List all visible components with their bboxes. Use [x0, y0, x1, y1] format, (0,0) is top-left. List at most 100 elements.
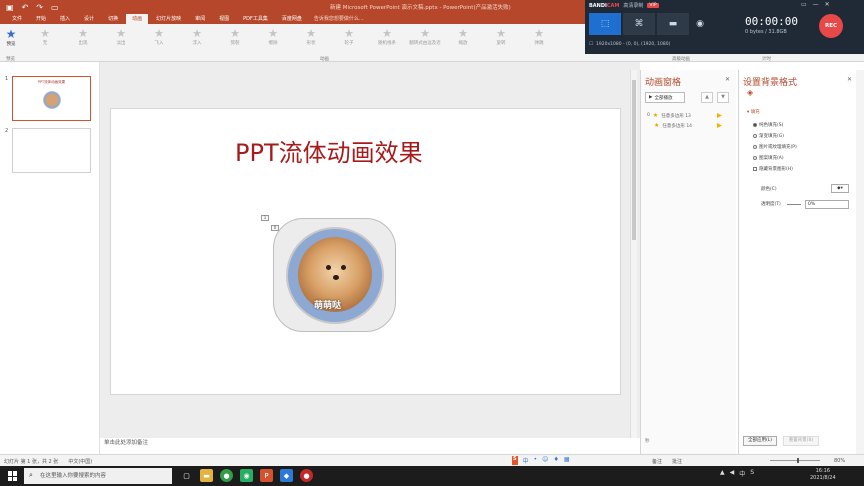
ime-lang-icon[interactable]: 中: [523, 456, 529, 465]
notes-placeholder[interactable]: 单击此处添加备注: [104, 438, 148, 446]
network-icon[interactable]: ▲: [720, 469, 725, 478]
tab-transitions[interactable]: 切换: [102, 14, 124, 24]
tab-slideshow[interactable]: 幻灯片放映: [150, 14, 187, 24]
minimize-icon[interactable]: —: [813, 1, 819, 8]
taskbar-search[interactable]: 在这里输入你要搜索的内容: [24, 468, 172, 484]
thumbnail-slide-1[interactable]: PPT流体动画效果: [12, 76, 91, 121]
anim-swivel[interactable]: ★ 旋转: [482, 28, 520, 47]
anim-random-bars[interactable]: ★ 随机线条: [368, 28, 406, 47]
webcam-icon: ◉: [696, 19, 704, 29]
folder-icon[interactable]: ▭: [801, 1, 807, 8]
present-icon[interactable]: ▭: [51, 3, 59, 12]
animation-tag[interactable]: 1: [261, 215, 269, 221]
anim-fly-in[interactable]: ★ 飞入: [140, 28, 178, 47]
animation-item[interactable]: 0 ★ 任意多边形 13: [647, 112, 722, 119]
slide-canvas[interactable]: PPT流体动画效果 1 0 萌萌哒: [110, 108, 621, 395]
play-all-button[interactable]: ▶ 全部播放: [645, 92, 685, 103]
transparency-slider[interactable]: [787, 204, 801, 205]
vertical-scrollbar[interactable]: [630, 70, 637, 438]
taskbar-clock[interactable]: 16:16 2021/8/24: [810, 468, 836, 482]
fill-section-header[interactable]: ▾ 填充: [747, 109, 760, 115]
tab-animations[interactable]: 动画: [126, 14, 149, 24]
picture-fill-radio[interactable]: 图片或纹理填充(P): [753, 144, 797, 150]
sogou-icon[interactable]: S: [512, 456, 518, 465]
hide-background-checkbox[interactable]: 隐藏背景图形(H): [753, 166, 793, 172]
preview-button[interactable]: ★ 预览: [3, 27, 19, 47]
solid-fill-radio[interactable]: 纯色填充(S): [753, 122, 783, 128]
anim-float-in[interactable]: ★ 浮入: [178, 28, 216, 47]
photo-frame-shape[interactable]: 萌萌哒: [273, 218, 396, 332]
star-icon: ★: [78, 27, 88, 40]
save-icon[interactable]: ▣: [6, 3, 14, 12]
tab-insert[interactable]: 插入: [54, 14, 76, 24]
slide-title[interactable]: PPT流体动画效果: [235, 133, 423, 168]
app-icon[interactable]: ◆: [280, 469, 293, 482]
punct-icon[interactable]: •: [534, 456, 538, 465]
pattern-fill-radio[interactable]: 图案填充(A): [753, 155, 784, 161]
chrome-icon[interactable]: ●: [220, 469, 233, 482]
sogou-tray-icon[interactable]: S: [750, 469, 754, 478]
language-indicator[interactable]: 中文(中国): [68, 458, 92, 465]
scrollbar-thumb[interactable]: [632, 80, 636, 240]
checkbox-icon[interactable]: ☐: [589, 42, 593, 47]
move-up-button[interactable]: ▲: [701, 92, 713, 103]
powerpoint-icon[interactable]: P: [260, 469, 273, 482]
pane-scrollbar[interactable]: [856, 70, 864, 454]
tell-me-search[interactable]: 告诉我您想要做什么...: [310, 14, 368, 24]
move-down-button[interactable]: ▼: [717, 92, 729, 103]
windows-start-icon[interactable]: [8, 471, 18, 481]
webcam-button[interactable]: ◉: [691, 13, 709, 35]
close-icon[interactable]: ✕: [825, 1, 830, 8]
volume-icon[interactable]: ◀: [730, 469, 735, 478]
anim-wipe[interactable]: ★ 擦除: [254, 28, 292, 47]
anim-shape[interactable]: ★ 形状: [292, 28, 330, 47]
transparency-input[interactable]: 0%: [805, 200, 849, 209]
animation-item[interactable]: ★ 任意多边形 14: [647, 122, 722, 129]
tab-view[interactable]: 视图: [213, 14, 235, 24]
comments-button[interactable]: 批注: [672, 458, 682, 465]
rec-button[interactable]: REC: [819, 14, 843, 38]
animation-pane: 动画窗格 ✕ ▶ 全部播放 ▲ ▼ 0 ★ 任意多边形 13 ★ 任意多边形 14…: [640, 70, 736, 454]
anim-bounce[interactable]: ★ 弹跳: [520, 28, 558, 47]
zoom-level[interactable]: 80%: [834, 458, 845, 464]
anim-split[interactable]: ★ 劈裂: [216, 28, 254, 47]
device-mode-button[interactable]: ▬: [657, 13, 689, 35]
keyboard-icon[interactable]: ▦: [564, 456, 570, 465]
emoji-icon[interactable]: ☺: [542, 456, 548, 465]
file-explorer-icon[interactable]: ▬: [200, 469, 213, 482]
zoom-slider[interactable]: [770, 460, 820, 461]
wechat-icon[interactable]: ◉: [240, 469, 253, 482]
anim-zoom[interactable]: ★ 缩放: [444, 28, 482, 47]
notes-button[interactable]: 备注: [652, 458, 662, 465]
tab-baidu[interactable]: 百度网盘: [276, 14, 308, 24]
anim-appear[interactable]: ★ 出现: [64, 27, 102, 47]
close-icon[interactable]: ✕: [847, 76, 852, 83]
anim-wheel[interactable]: ★ 轮子: [330, 28, 368, 47]
gradient-fill-radio[interactable]: 渐变填充(G): [753, 133, 784, 139]
tab-pdf[interactable]: PDF工具集: [237, 14, 274, 24]
close-icon[interactable]: ✕: [725, 76, 730, 83]
anim-none[interactable]: ★ 无: [26, 28, 64, 47]
thumbnail-slide-2[interactable]: [12, 128, 91, 173]
redo-icon[interactable]: ↷: [36, 3, 43, 12]
anim-grow-turn[interactable]: ★ 翻转式由远及近: [406, 28, 444, 47]
tab-design[interactable]: 设计: [78, 14, 100, 24]
tab-home[interactable]: 开始: [30, 14, 52, 24]
vip-badge: VIP: [647, 3, 659, 8]
color-picker-button[interactable]: ◆▾: [831, 184, 849, 193]
bandicam-icon[interactable]: ●: [300, 469, 313, 482]
apply-to-all-button[interactable]: 全部应用(L): [743, 436, 777, 446]
task-view-icon[interactable]: ▢: [180, 469, 193, 482]
tab-review[interactable]: 审阅: [189, 14, 211, 24]
tab-file[interactable]: 文件: [6, 14, 28, 24]
zoom-slider-knob[interactable]: [797, 458, 799, 463]
game-mode-button[interactable]: ⌘: [623, 13, 655, 35]
reset-background-button[interactable]: 重置背景(B): [783, 436, 819, 446]
ime-icon[interactable]: 中: [739, 469, 745, 478]
thumb-number: 1: [5, 76, 9, 82]
anim-fade[interactable]: ★ 淡出: [102, 28, 140, 47]
undo-icon[interactable]: ↶: [22, 3, 29, 12]
screen-mode-button[interactable]: ⬚: [589, 13, 621, 35]
mic-icon[interactable]: ♦: [553, 456, 558, 465]
fill-bucket-icon[interactable]: ◈: [747, 88, 753, 97]
